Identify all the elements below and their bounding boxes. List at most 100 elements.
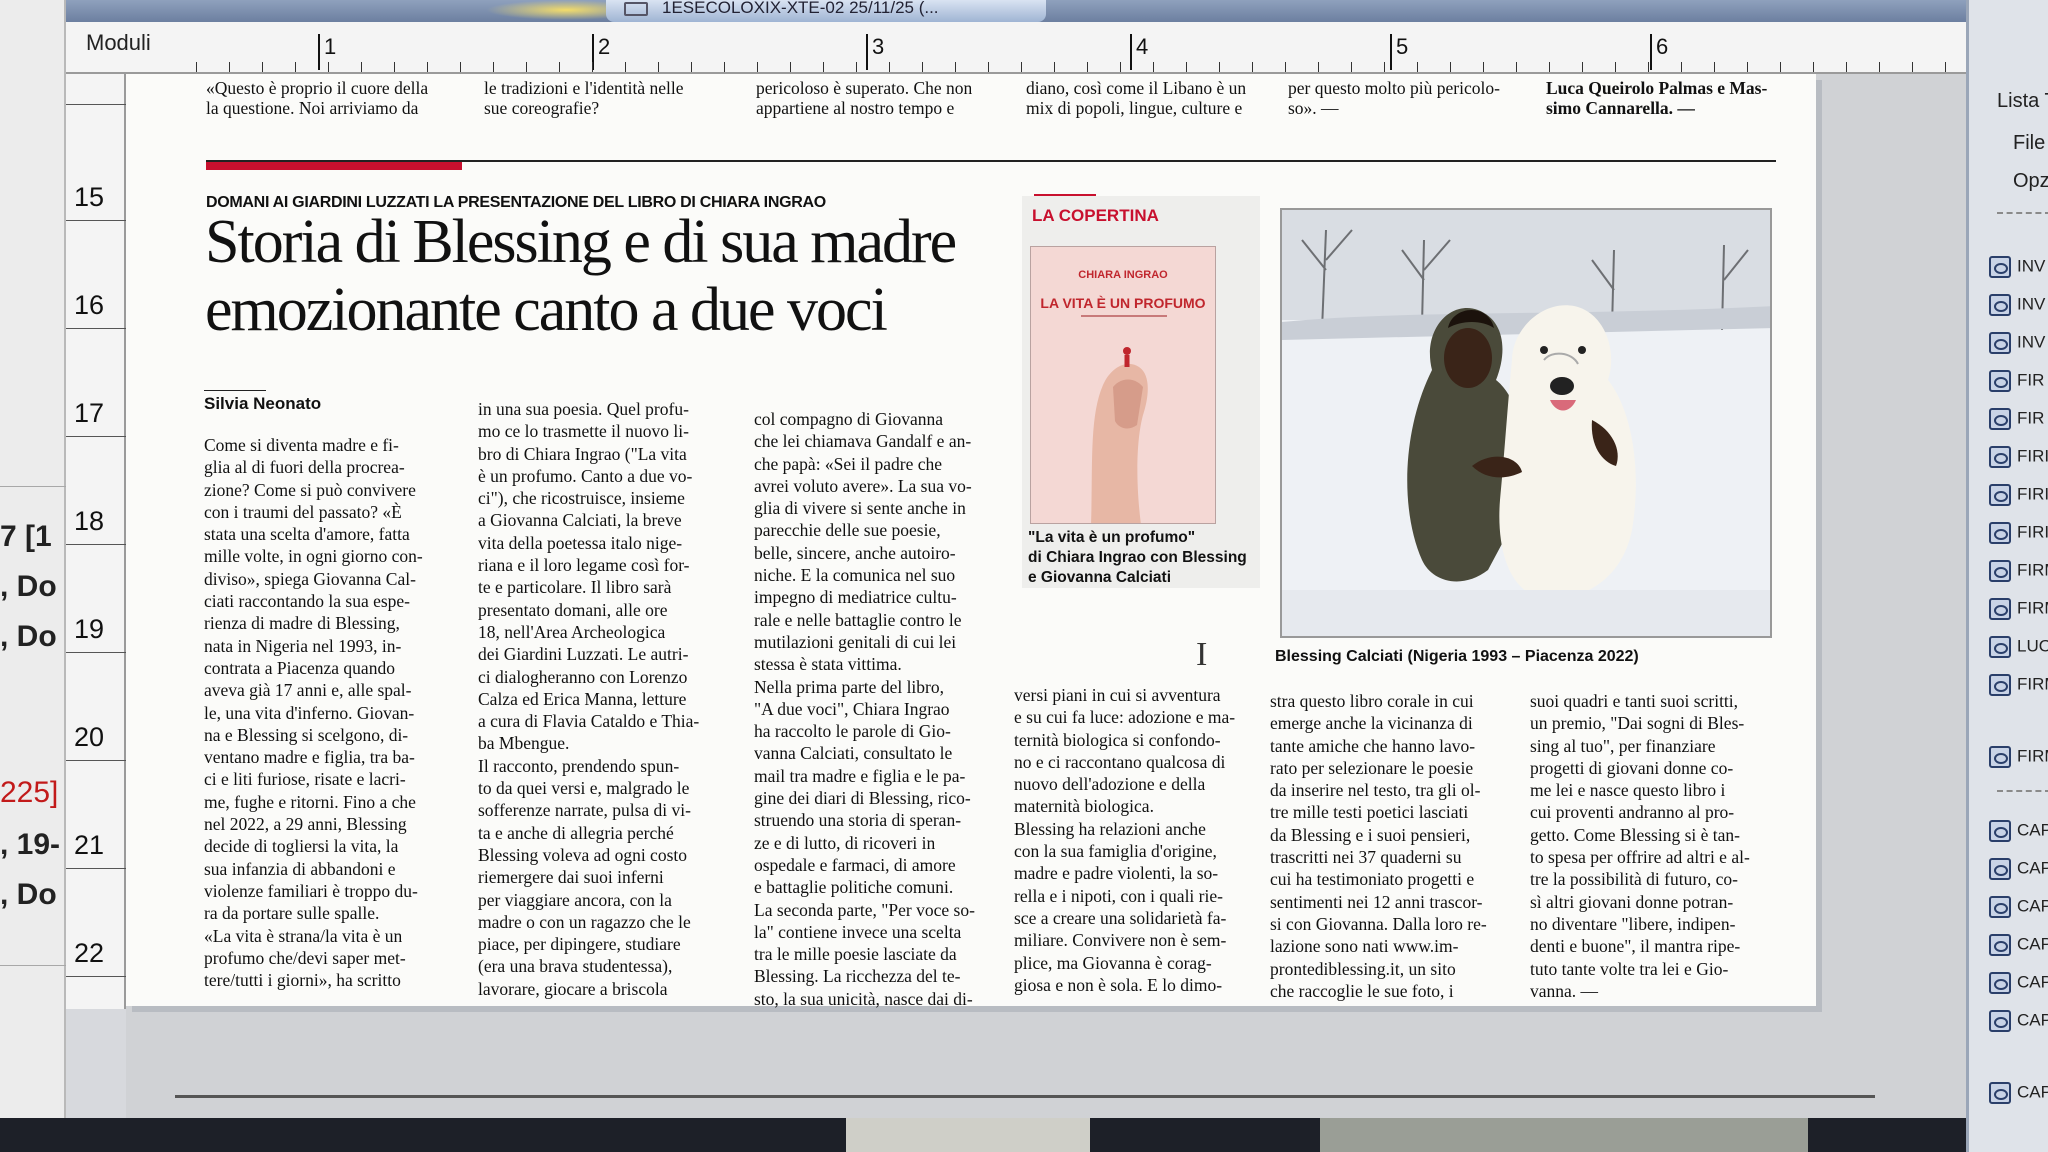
- list-item[interactable]: CAPO: [1989, 858, 2048, 888]
- ruler-tick: [493, 62, 494, 72]
- item-type-icon: [1989, 598, 2011, 620]
- edge-text-0: 7 [1: [0, 520, 52, 553]
- ruler-tick: [724, 62, 725, 72]
- ruler-number: 18: [74, 506, 105, 536]
- ruler-tick: [1747, 62, 1748, 72]
- ruler-line: [66, 760, 126, 761]
- ruler-number: 2: [592, 34, 610, 70]
- ruler-tick: [889, 62, 890, 72]
- ruler-tick: [1153, 62, 1154, 72]
- item-type-icon: [1989, 820, 2011, 842]
- item-type-icon: [1989, 858, 2011, 880]
- list-item[interactable]: FIRM: [1989, 746, 2048, 776]
- ruler-tick: [1714, 62, 1715, 72]
- list-item-label: FIR: [2017, 408, 2045, 428]
- edge-text: 7 [1: [0, 520, 52, 554]
- list-item[interactable]: FIR: [1989, 408, 2048, 438]
- ruler-tick: [1450, 62, 1451, 72]
- byline: Silvia Neonato: [204, 394, 322, 413]
- ruler-number: 4: [1130, 34, 1148, 70]
- ruler-tick: [1318, 62, 1319, 72]
- list-item[interactable]: CAPO: [1989, 896, 2048, 926]
- list-item-label: CAPO: [2017, 934, 2048, 954]
- ruler-tick: [1681, 62, 1682, 72]
- left-edge-panel: 7 [1 , Do , Do 225] , 19- , Do: [0, 0, 66, 1152]
- item-type-icon: [1989, 256, 2011, 278]
- list-item-label: FIRI: [2017, 484, 2048, 504]
- article-photo[interactable]: [1280, 208, 1772, 638]
- list-item[interactable]: CAPO: [1989, 934, 2048, 964]
- list-item[interactable]: INV: [1989, 256, 2048, 286]
- ruler-tick: [1780, 62, 1781, 72]
- item-type-icon: [1989, 294, 2011, 316]
- list-item[interactable]: CAPO: [1989, 1010, 2048, 1040]
- document-tab[interactable]: 1ESECOLOXIX-XTE-02 25/11/25 (...: [606, 0, 1046, 22]
- ruler-tick: [526, 62, 527, 72]
- panel-title: Lista T: [1997, 90, 2048, 112]
- document-tab-title: 1ESECOLOXIX-XTE-02 25/11/25 (...: [662, 0, 939, 17]
- document-icon: [624, 2, 648, 16]
- page-thumbnail[interactable]: [1320, 1118, 1808, 1152]
- headline: Storia di Blessing e di sua madre emozio…: [205, 208, 957, 344]
- ruler-tick: [1549, 62, 1550, 72]
- list-item-label: CAPO: [2017, 1010, 2048, 1030]
- book-cover-image[interactable]: CHIARA INGRAO LA VITA È UN PROFUMO: [1030, 246, 1216, 524]
- list-item[interactable]: INV: [1989, 294, 2048, 324]
- list-item[interactable]: FIRM: [1989, 674, 2048, 704]
- previous-article-text: per questo molto più pericolo- so». —: [1288, 78, 1500, 118]
- horizontal-scrollbar[interactable]: [175, 1095, 1875, 1098]
- ruler-tick: [1615, 62, 1616, 72]
- vertical-ruler[interactable]: 15 16 17 18 19 20 21 22: [66, 74, 126, 1009]
- list-item[interactable]: CAP1-: [1989, 1082, 2048, 1112]
- ruler-label: Moduli: [86, 30, 151, 55]
- ruler-number: 17: [74, 398, 105, 428]
- hands-illustration: [1091, 347, 1148, 523]
- edge-text: , Do: [0, 878, 57, 911]
- options-tab[interactable]: Opz: [2013, 170, 2048, 193]
- list-item-label: FIRM: [2017, 746, 2048, 766]
- list-item[interactable]: INV: [1989, 332, 2048, 362]
- list-item[interactable]: FIRM: [1989, 598, 2048, 628]
- list-item-label: FIRM: [2017, 560, 2048, 580]
- ruler-tick: [262, 62, 263, 72]
- edge-text: 225]: [0, 776, 59, 809]
- ruler-tick: [757, 62, 758, 72]
- ruler-tick: [790, 62, 791, 72]
- item-type-icon: [1989, 446, 2011, 468]
- panel-separator: [1997, 790, 2048, 792]
- article-column-5: stra questo libro corale in cui emerge a…: [1270, 691, 1487, 1001]
- list-item-label: INV: [2017, 332, 2046, 352]
- ruler-tick: [955, 62, 956, 72]
- page-thumbnail[interactable]: [846, 1118, 1090, 1152]
- list-item-label: CAPO: [2017, 858, 2048, 878]
- list-item-label: FIRI: [2017, 522, 2048, 542]
- previous-article-text: Luca Queirolo Palmas e Mas- simo Cannare…: [1546, 78, 1768, 118]
- cover-caption: "La vita è un profumo" di Chiara Ingrao …: [1028, 529, 1247, 586]
- list-item-label: CAP1-: [2017, 1082, 2048, 1102]
- list-item[interactable]: FIRI: [1989, 522, 2048, 552]
- ruler-tick: [1417, 62, 1418, 72]
- previous-article-text: pericoloso è superato. Che non appartien…: [756, 78, 973, 118]
- ruler-tick: [1384, 62, 1385, 72]
- list-item-label: FIRI: [2017, 446, 2048, 466]
- list-item-label: CAPO: [2017, 896, 2048, 916]
- ruler-tick: [1120, 62, 1121, 72]
- list-item[interactable]: LUO: [1989, 636, 2048, 666]
- ruler-tick: [625, 62, 626, 72]
- list-item[interactable]: FIRM: [1989, 560, 2048, 590]
- file-tab[interactable]: File: [2013, 132, 2045, 155]
- ruler-number: 21: [74, 830, 105, 860]
- list-item[interactable]: FIRI: [1989, 484, 2048, 514]
- item-type-icon: [1989, 484, 2011, 506]
- byline-rule: [204, 390, 266, 391]
- ruler-number: 19: [74, 614, 105, 644]
- item-type-icon: [1989, 746, 2011, 768]
- ruler-tick: [1252, 62, 1253, 72]
- list-item[interactable]: FIR: [1989, 370, 2048, 400]
- ruler-tick: [196, 62, 197, 72]
- horizontal-ruler[interactable]: Moduli 1 2 3 4 5 6: [66, 22, 1966, 74]
- list-item[interactable]: FIRI: [1989, 446, 2048, 476]
- list-item[interactable]: CAPO: [1989, 820, 2048, 850]
- ruler-line: [66, 544, 126, 545]
- list-item[interactable]: CAPO: [1989, 972, 2048, 1002]
